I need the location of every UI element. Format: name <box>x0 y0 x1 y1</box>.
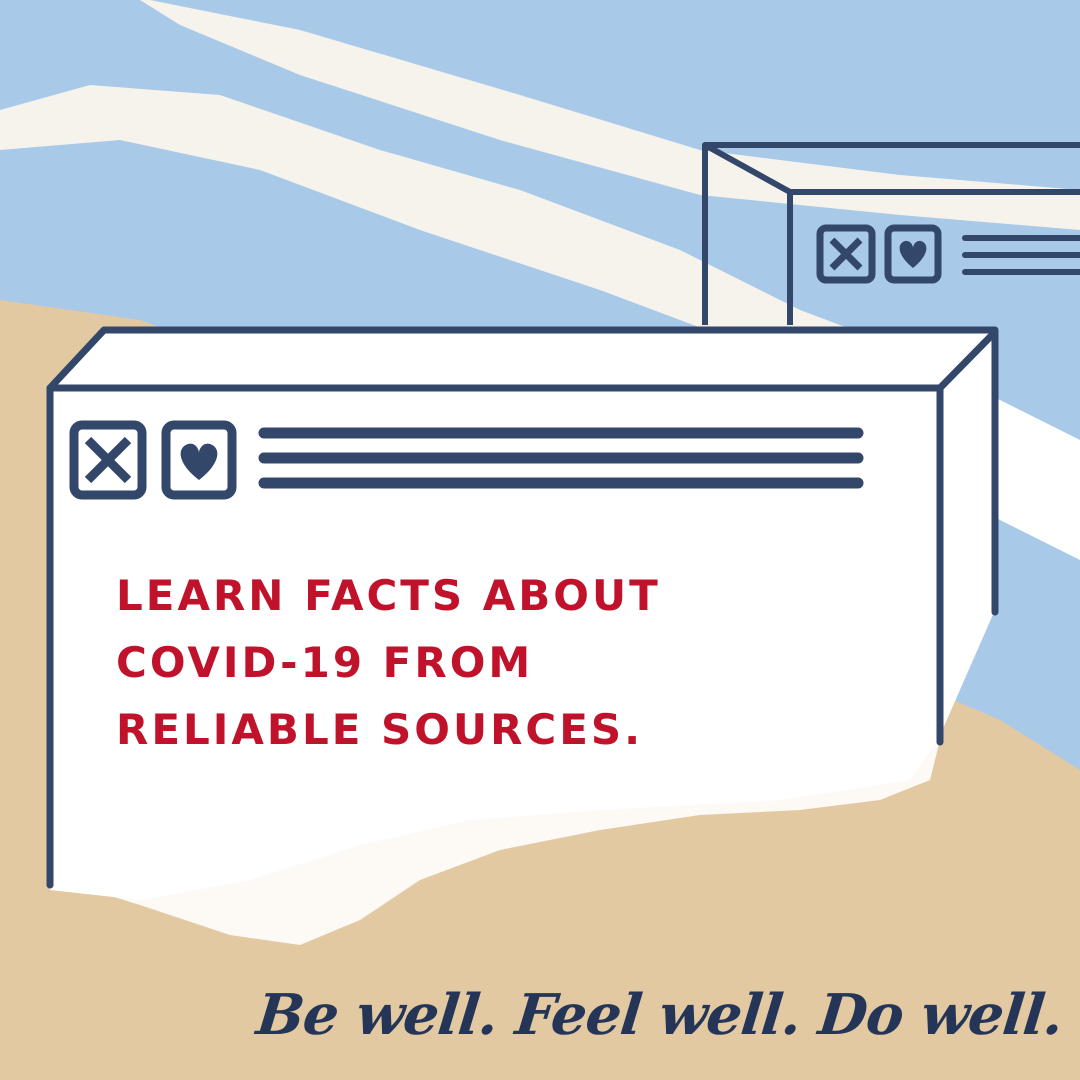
headline-line-3: RELIABLE SOURCES. <box>116 705 644 755</box>
background-illustration <box>0 0 1080 1080</box>
headline-line-2: COVID-19 FROM <box>116 638 534 688</box>
headline-line-1: LEARN FACTS ABOUT <box>116 571 661 620</box>
poster: LEARN FACTS ABOUT COVID-19 FROM RELIABLE… <box>0 0 1080 1080</box>
tagline: Be well. Feel well. Do well. <box>253 982 1066 1048</box>
headline: LEARN FACTS ABOUT COVID-19 FROM RELIABLE… <box>116 562 756 764</box>
